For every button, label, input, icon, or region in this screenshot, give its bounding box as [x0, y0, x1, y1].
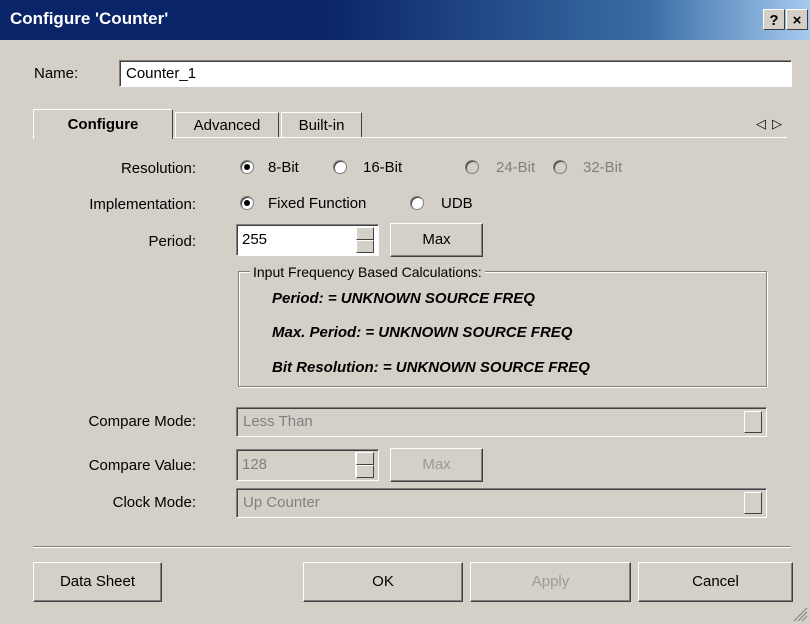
- compare-value-text: 128: [242, 456, 268, 473]
- radio-8-bit-label: 8-Bit: [268, 159, 299, 176]
- calc-period: Period: = UNKNOWN SOURCE FREQ: [272, 290, 535, 307]
- radio-fixed-function-label: Fixed Function: [268, 195, 367, 212]
- radio-32-bit: [553, 160, 567, 174]
- period-label: Period:: [148, 233, 196, 250]
- name-label: Name:: [34, 65, 79, 82]
- name-input[interactable]: Counter_1: [119, 60, 792, 87]
- radio-24-bit: [465, 160, 479, 174]
- compare-mode-value: Less Than: [243, 413, 313, 430]
- name-value: Counter_1: [126, 65, 197, 82]
- radio-16-bit-label: 16-Bit: [363, 159, 403, 176]
- radio-udb-label: UDB: [441, 195, 473, 212]
- period-spinner[interactable]: [355, 227, 374, 253]
- calc-bit-resolution: Bit Resolution: = UNKNOWN SOURCE FREQ: [272, 359, 590, 376]
- compare-value-label: Compare Value:: [88, 457, 196, 474]
- period-value: 255: [242, 231, 268, 248]
- radio-udb[interactable]: [410, 196, 424, 210]
- radio-fixed-function[interactable]: [240, 196, 254, 210]
- window-title: Configure 'Counter': [10, 9, 169, 28]
- datasheet-button[interactable]: Data Sheet: [33, 562, 162, 602]
- tab-scroll-right-icon[interactable]: ▷: [772, 116, 782, 132]
- help-button[interactable]: ?: [763, 9, 785, 30]
- period-max-button[interactable]: Max: [390, 223, 483, 257]
- cancel-button[interactable]: Cancel: [638, 562, 793, 602]
- apply-button: Apply: [470, 562, 631, 602]
- calculations-legend: Input Frequency Based Calculations:: [250, 264, 485, 280]
- clock-mode-chevron-down-icon: [744, 492, 762, 514]
- tab-configure[interactable]: Configure: [33, 109, 173, 139]
- clock-mode-value: Up Counter: [243, 494, 320, 511]
- tab-scroll-left-icon[interactable]: ◁: [756, 116, 766, 132]
- ok-button[interactable]: OK: [303, 562, 463, 602]
- compare-mode-dropdown: Less Than: [236, 407, 767, 437]
- title-bar: Configure 'Counter' ? ×: [0, 0, 810, 40]
- radio-8-bit[interactable]: [240, 160, 254, 174]
- clock-mode-dropdown: Up Counter: [236, 488, 767, 518]
- tab-built-in[interactable]: Built-in: [281, 112, 362, 137]
- close-button[interactable]: ×: [786, 9, 808, 30]
- period-spin-down[interactable]: [356, 240, 374, 253]
- footer-separator: [33, 546, 791, 548]
- compare-mode-label: Compare Mode:: [88, 413, 196, 430]
- calc-max-period: Max. Period: = UNKNOWN SOURCE FREQ: [272, 324, 573, 341]
- clock-mode-label: Clock Mode:: [112, 494, 196, 511]
- compare-mode-chevron-down-icon: [744, 411, 762, 433]
- compare-value-max-button: Max: [390, 448, 483, 482]
- resolution-label: Resolution:: [120, 160, 196, 177]
- radio-24-bit-label: 24-Bit: [496, 159, 536, 176]
- period-spin-up[interactable]: [356, 227, 374, 240]
- implementation-label: Implementation:: [89, 196, 196, 213]
- radio-16-bit[interactable]: [333, 160, 347, 174]
- tab-advanced[interactable]: Advanced: [175, 112, 279, 137]
- compare-value-spinner: [355, 452, 374, 478]
- resize-grip-icon[interactable]: [792, 606, 808, 622]
- radio-32-bit-label: 32-Bit: [583, 159, 623, 176]
